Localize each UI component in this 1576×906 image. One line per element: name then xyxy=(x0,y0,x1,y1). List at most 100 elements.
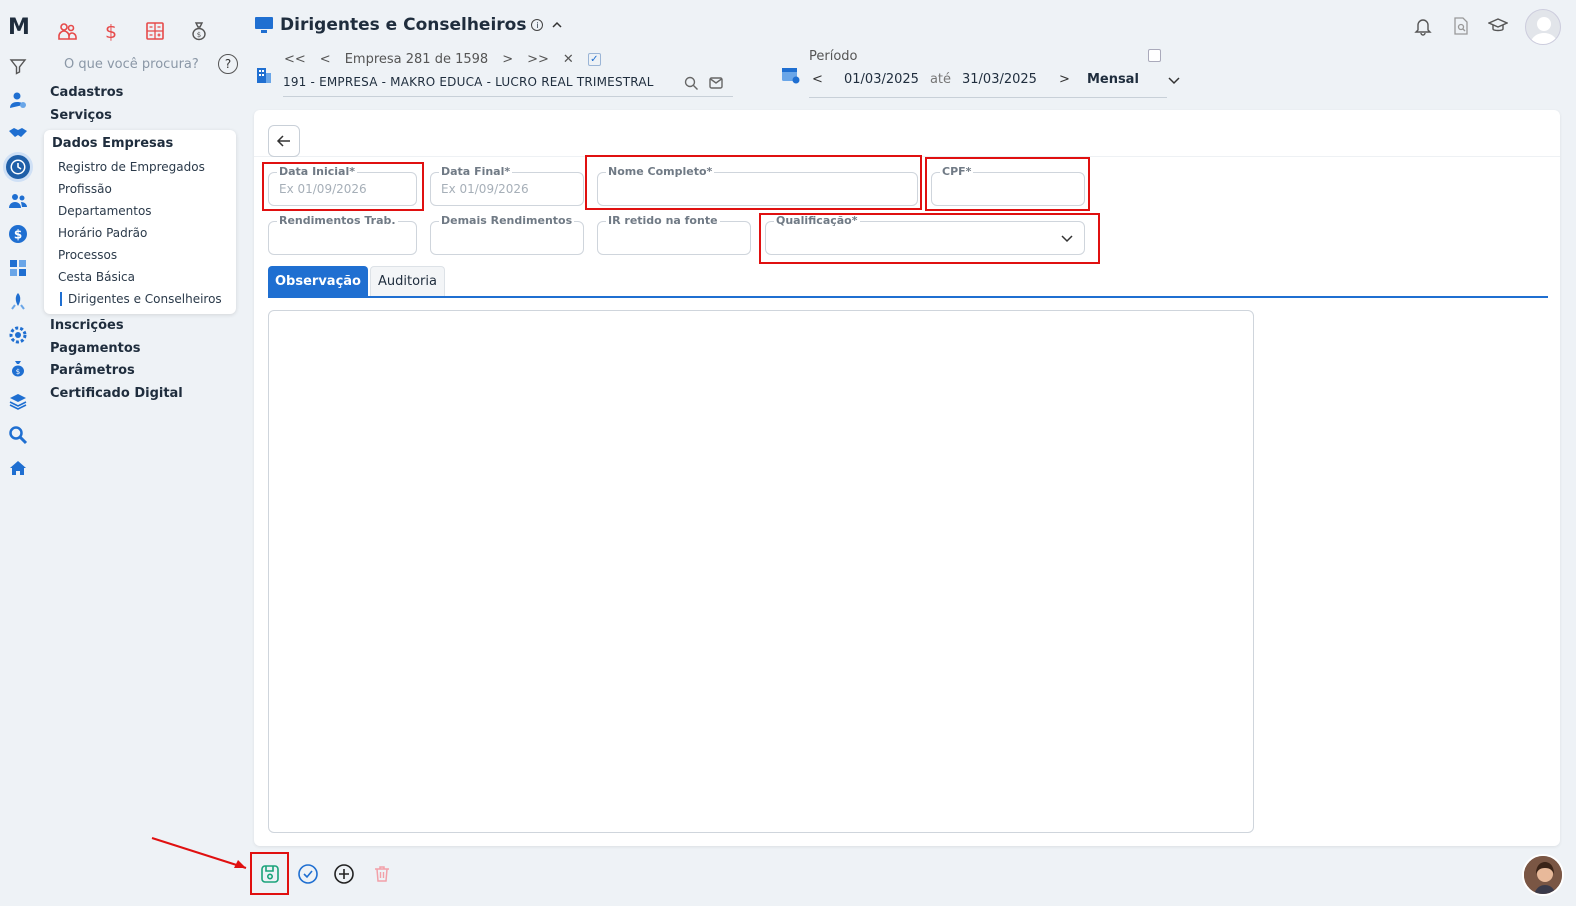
tab-auditoria[interactable]: Auditoria xyxy=(369,266,445,296)
data-final-placeholder: Ex 01/09/2026 xyxy=(441,182,529,196)
chevron-down-icon[interactable] xyxy=(1167,73,1181,87)
periodo-next-button[interactable]: > xyxy=(1059,72,1073,87)
submenu-item-processos[interactable]: Processos xyxy=(58,248,117,262)
empresa-checkbox[interactable]: ✓ xyxy=(587,53,601,66)
empresa-prev-button[interactable]: < xyxy=(320,52,331,67)
delete-button[interactable] xyxy=(370,862,394,886)
building-icon xyxy=(257,68,271,83)
trash-icon xyxy=(375,866,389,882)
graduation-cap-icon[interactable] xyxy=(1488,16,1508,36)
money-bag-module-icon[interactable]: $ xyxy=(186,18,212,44)
annotation-box-nome-completo xyxy=(585,155,922,210)
periodo-checkbox[interactable] xyxy=(1148,49,1161,62)
user-settings-icon[interactable] xyxy=(6,88,30,112)
data-final-label: Data Final* xyxy=(439,165,513,178)
app-logo[interactable]: M xyxy=(8,15,30,40)
periodo-start-date[interactable]: 01/03/2025 xyxy=(844,72,919,87)
demais-rendimentos-field[interactable]: Demais Rendimentos xyxy=(430,214,584,255)
plus-circle-icon xyxy=(334,864,354,884)
empresa-name: 191 - EMPRESA - MAKRO EDUCA - LUCRO REAL… xyxy=(283,75,654,89)
menu-certificado-digital[interactable]: Certificado Digital xyxy=(50,386,183,401)
search-icon[interactable] xyxy=(6,423,30,447)
save-icon xyxy=(261,865,279,883)
rendimentos-trab-field[interactable]: Rendimentos Trab. xyxy=(268,214,417,255)
menu-servicos[interactable]: Serviços xyxy=(50,108,112,123)
dollar-module-icon[interactable]: $ xyxy=(98,18,124,44)
people-module-icon[interactable] xyxy=(54,18,80,44)
submenu-dados-empresas: Dados Empresas Registro de Empregados Pr… xyxy=(44,130,236,314)
periodo-end-date[interactable]: 31/03/2025 xyxy=(962,72,1037,87)
gear-network-icon[interactable] xyxy=(6,323,30,347)
data-final-field[interactable]: Data Final* Ex 01/09/2026 xyxy=(430,165,584,206)
empresa-close-button[interactable]: ✕ xyxy=(563,52,574,67)
demais-rendimentos-label: Demais Rendimentos xyxy=(439,214,575,227)
empresa-last-button[interactable]: >> xyxy=(527,52,549,67)
calculator-module-icon[interactable] xyxy=(142,18,168,44)
rocket-icon[interactable] xyxy=(6,289,30,313)
submenu-item-cesta-basica[interactable]: Cesta Básica xyxy=(58,270,135,284)
document-search-icon[interactable] xyxy=(1451,16,1471,36)
home-icon[interactable] xyxy=(6,456,30,480)
bell-icon[interactable] xyxy=(1413,16,1433,36)
svg-text:$: $ xyxy=(197,31,201,39)
page-header: Dirigentes e Conselheiros i xyxy=(254,15,563,35)
confirm-button[interactable] xyxy=(296,862,320,886)
info-icon[interactable]: i xyxy=(531,19,544,31)
periodo-selector: < 01/03/2025 até 31/03/2025 > Mensal xyxy=(812,72,1181,87)
svg-text:$: $ xyxy=(14,228,22,242)
back-button[interactable] xyxy=(268,125,300,157)
submenu-item-departamentos[interactable]: Departamentos xyxy=(58,204,152,218)
save-button[interactable] xyxy=(258,862,282,886)
ir-retido-field[interactable]: IR retido na fonte xyxy=(597,214,751,255)
empresa-counter: Empresa 281 de 1598 xyxy=(344,52,489,67)
add-button[interactable] xyxy=(332,862,356,886)
money-bag-icon[interactable]: $ xyxy=(6,356,30,380)
mail-icon[interactable] xyxy=(708,75,724,91)
monitor-icon xyxy=(255,17,273,33)
observacao-textarea[interactable] xyxy=(268,310,1254,833)
calculator-icon[interactable] xyxy=(6,256,30,280)
periodo-mode-select[interactable]: Mensal xyxy=(1087,72,1139,87)
page-title: Dirigentes e Conselheiros xyxy=(280,15,527,35)
svg-text:$: $ xyxy=(16,368,20,376)
handshake-icon[interactable] xyxy=(6,121,30,145)
periodo-ate-label: até xyxy=(929,72,951,87)
periodo-prev-button[interactable]: < xyxy=(812,72,826,87)
check-circle-icon xyxy=(298,864,318,884)
chevron-up-icon[interactable] xyxy=(551,19,563,31)
empresa-first-button[interactable]: << xyxy=(284,52,306,67)
ir-retido-label: IR retido na fonte xyxy=(606,214,720,227)
menu-inscricoes[interactable]: Inscrições xyxy=(50,318,124,333)
icon-rail: M $ $ xyxy=(0,0,36,906)
layers-icon[interactable] xyxy=(6,389,30,413)
submenu-item-profissao[interactable]: Profissão xyxy=(58,182,112,196)
annotation-arrow xyxy=(151,837,247,869)
menu-cadastros[interactable]: Cadastros xyxy=(50,85,123,100)
submenu-title[interactable]: Dados Empresas xyxy=(52,136,173,151)
help-icon[interactable]: ? xyxy=(218,54,238,74)
submenu-item-dirigentes[interactable]: Dirigentes e Conselheiros xyxy=(60,292,222,306)
submenu-item-registro-empregados[interactable]: Registro de Empregados xyxy=(58,160,205,174)
empresa-search-icon[interactable] xyxy=(683,75,699,91)
dollar-icon[interactable]: $ xyxy=(6,222,30,246)
menu-parametros[interactable]: Parâmetros xyxy=(50,363,135,378)
calendar-icon[interactable] xyxy=(780,64,800,84)
sidebar-search: O que você procura? ? xyxy=(8,52,238,76)
annotation-box-qualificacao xyxy=(759,213,1100,264)
tab-bar: Observação Auditoria xyxy=(268,266,445,296)
svg-text:$: $ xyxy=(105,21,117,42)
menu-pagamentos[interactable]: Pagamentos xyxy=(50,341,141,356)
annotation-box-cpf xyxy=(925,157,1090,211)
user-avatar[interactable] xyxy=(1525,9,1561,45)
rendimentos-trab-label: Rendimentos Trab. xyxy=(277,214,398,227)
assistant-avatar[interactable] xyxy=(1522,854,1564,896)
annotation-box-data-inicial xyxy=(262,162,424,211)
clock-icon[interactable] xyxy=(6,155,30,179)
empresa-navigator: << < Empresa 281 de 1598 > >> ✕ ✓ xyxy=(284,52,615,67)
users-icon[interactable] xyxy=(6,189,30,213)
tab-observacao[interactable]: Observação xyxy=(268,266,368,296)
empresa-next-button[interactable]: > xyxy=(502,52,513,67)
submenu-item-horario-padrao[interactable]: Horário Padrão xyxy=(58,226,147,240)
sidebar-search-input[interactable]: O que você procura? xyxy=(64,57,218,72)
periodo-label: Período xyxy=(809,49,858,64)
